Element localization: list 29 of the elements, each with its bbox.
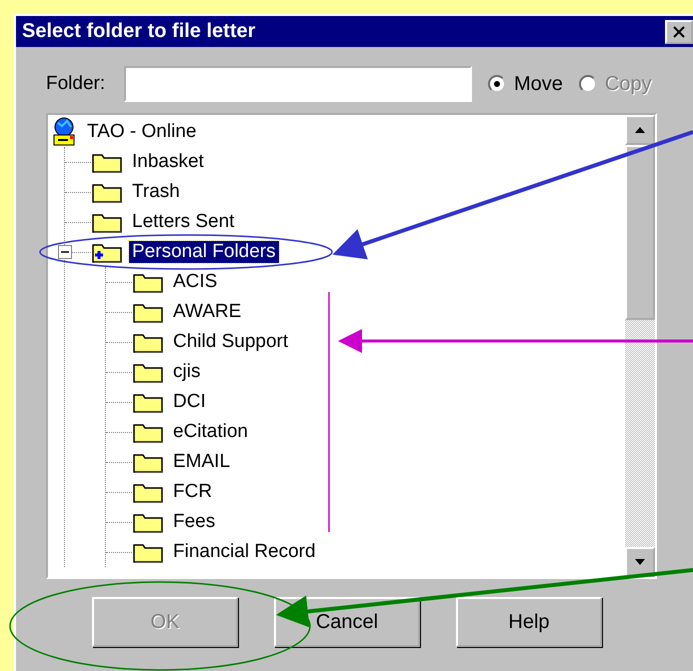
tree-item[interactable]: Financial Record — [170, 541, 319, 563]
tree-item[interactable]: AWARE — [170, 301, 244, 323]
tree-item[interactable]: Fees — [170, 511, 218, 533]
scroll-thumb[interactable] — [625, 145, 655, 320]
down-arrow-icon — [635, 559, 645, 565]
tree-item[interactable]: Child Support — [170, 331, 292, 353]
tree-item[interactable]: FCR — [170, 481, 216, 503]
folder-label: Folder: — [46, 73, 106, 95]
close-button[interactable] — [665, 20, 693, 44]
tree-item[interactable]: eCitation — [170, 421, 251, 443]
close-icon — [672, 26, 686, 38]
tree-item[interactable]: TAO - Online — [84, 121, 200, 143]
tree-item[interactable]: Trash — [129, 181, 183, 203]
tree-item[interactable]: DCI — [170, 391, 209, 413]
window-title: Select folder to file letter — [22, 20, 256, 43]
radio-option[interactable]: Move — [488, 72, 563, 96]
tree-item[interactable]: ACIS — [170, 271, 220, 293]
dialog-button[interactable]: Help — [456, 597, 602, 647]
tree-item[interactable]: Inbasket — [129, 151, 207, 173]
collapse-toggle[interactable] — [58, 245, 72, 259]
tree-item[interactable]: EMAIL — [170, 451, 234, 473]
folder-input[interactable] — [124, 66, 472, 102]
scrollbar[interactable] — [625, 115, 655, 577]
tree-item[interactable]: Personal Folders — [129, 241, 279, 263]
scroll-down-button[interactable] — [625, 547, 655, 577]
scroll-up-button[interactable] — [625, 115, 655, 145]
tree-item[interactable]: Letters Sent — [129, 211, 238, 233]
tree-item[interactable]: cjis — [170, 361, 204, 383]
up-arrow-icon — [635, 127, 645, 133]
